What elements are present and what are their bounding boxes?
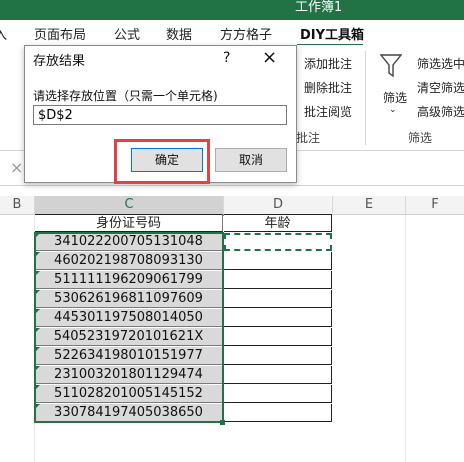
id-cell[interactable]: 330784197405038650 <box>35 404 223 422</box>
location-input[interactable] <box>33 105 287 125</box>
help-icon[interactable]: ? <box>223 50 230 66</box>
error-indicator-icon <box>35 290 40 295</box>
title-bar: 工作簿1 <box>0 0 464 20</box>
clear-filter-button[interactable]: 清空筛选 <box>417 79 464 96</box>
age-cell[interactable] <box>224 328 332 346</box>
tab-fangfang[interactable]: 方方格子 <box>220 24 272 43</box>
tab-page-layout[interactable]: 页面布局 <box>34 24 86 43</box>
column-header-b[interactable]: B <box>0 196 35 215</box>
id-cell[interactable]: 341022200705131048 <box>35 233 223 251</box>
error-indicator-icon <box>35 233 40 238</box>
chevron-down-icon[interactable]: ⌄ <box>389 105 397 115</box>
filter-selected-button[interactable]: 筛选选中 <box>417 55 464 72</box>
dialog-title: 存放结果 <box>33 54 86 69</box>
window-title: 工作簿1 <box>295 0 343 15</box>
age-cell[interactable] <box>224 309 332 327</box>
advanced-filter-button[interactable]: 高级筛选 <box>417 103 464 120</box>
age-cell[interactable] <box>224 404 332 422</box>
close-icon[interactable]: × <box>262 47 277 68</box>
error-indicator-icon <box>35 385 40 390</box>
id-cell[interactable]: 54052319720101621X <box>35 328 223 346</box>
id-cell[interactable]: 511028201005145152 <box>35 385 223 403</box>
age-cell[interactable] <box>224 347 332 365</box>
ribbon-tabs: 入 页面布局 公式 数据 方方格子 DIY工具箱 <box>0 20 464 46</box>
error-indicator-icon <box>35 347 40 352</box>
column-header-e[interactable]: E <box>333 196 406 215</box>
header-cell-id[interactable]: 身份证号码 <box>35 214 223 232</box>
id-cell[interactable]: 460202198708093130 <box>35 252 223 270</box>
filter-group-label: 筛选 <box>408 131 433 145</box>
error-indicator-icon <box>35 271 40 276</box>
ribbon-separator <box>365 51 366 145</box>
error-indicator-icon <box>35 252 40 257</box>
age-cell[interactable] <box>224 271 332 289</box>
error-indicator-icon <box>35 309 40 314</box>
cancel-formula-icon[interactable]: × <box>10 158 23 177</box>
delete-comment-button[interactable]: 删除批注 <box>304 79 352 96</box>
comment-group-label: 批注 <box>296 131 321 145</box>
tab-insert[interactable]: 入 <box>0 24 7 43</box>
view-comment-button[interactable]: 批注阅览 <box>304 103 352 120</box>
highlight-box <box>114 139 210 184</box>
column-header-c[interactable]: C <box>35 196 224 216</box>
gridline <box>405 215 406 462</box>
age-cell[interactable] <box>224 366 332 384</box>
age-cell-selected[interactable] <box>224 233 332 251</box>
tab-formulas[interactable]: 公式 <box>114 24 140 43</box>
header-cell-age[interactable]: 年龄 <box>224 214 332 232</box>
age-cell[interactable] <box>224 290 332 308</box>
error-indicator-icon <box>35 366 40 371</box>
fill-handle[interactable] <box>220 420 225 425</box>
tab-diy-toolbox[interactable]: DIY工具箱 <box>300 24 364 43</box>
dialog-prompt: 请选择存放位置（只需一个单元格) <box>33 89 218 103</box>
id-cell[interactable]: 445301197508014050 <box>35 309 223 327</box>
age-cell[interactable] <box>224 252 332 270</box>
error-indicator-icon <box>35 404 40 409</box>
error-indicator-icon <box>35 328 40 333</box>
id-cell[interactable]: 231003201801129474 <box>35 366 223 384</box>
filter-icon[interactable] <box>380 53 402 79</box>
tab-data[interactable]: 数据 <box>166 24 192 43</box>
id-cell[interactable]: 530626196811097609 <box>35 290 223 308</box>
age-cell[interactable] <box>224 385 332 403</box>
add-comment-button[interactable]: 添加批注 <box>304 55 352 72</box>
column-header-f[interactable]: F <box>406 196 464 215</box>
cancel-button[interactable]: 取消 <box>215 148 287 172</box>
column-header-d[interactable]: D <box>224 196 333 215</box>
id-cell[interactable]: 511111196209061799 <box>35 271 223 289</box>
id-cell[interactable]: 522634198010151977 <box>35 347 223 365</box>
filter-button[interactable]: 筛选 <box>383 89 407 106</box>
